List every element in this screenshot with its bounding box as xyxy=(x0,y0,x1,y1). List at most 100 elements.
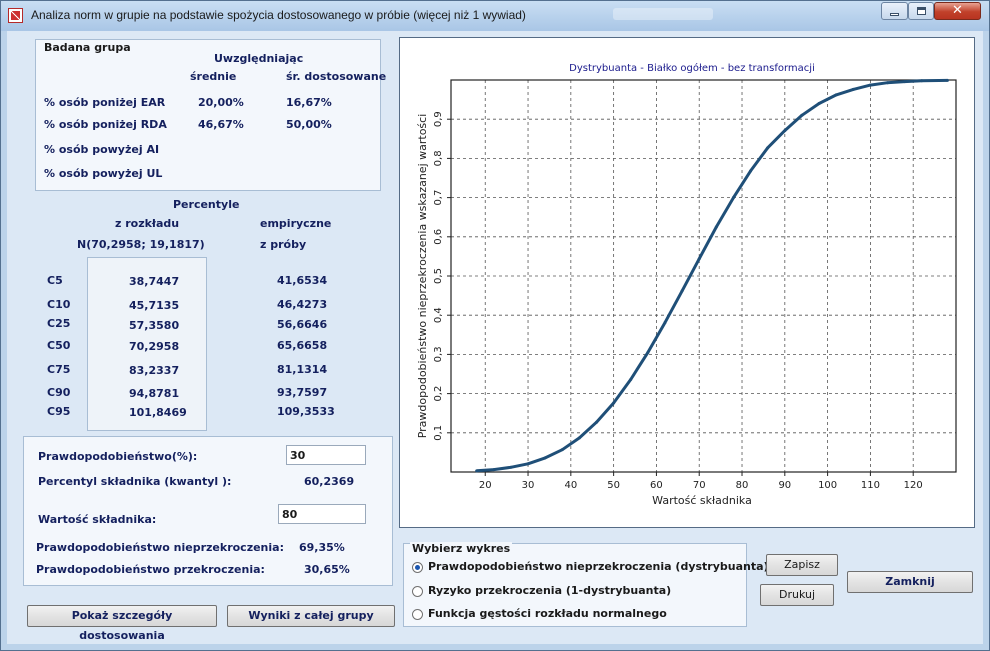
data-point xyxy=(509,465,513,469)
y-tick-label: 0,3 xyxy=(433,346,444,362)
pct-row-label: C25 xyxy=(47,317,71,330)
close-window-button[interactable]: ✕ xyxy=(934,2,981,20)
pct-row-dist: 70,2958 xyxy=(129,340,180,353)
probability-input[interactable] xyxy=(286,445,366,465)
pct-row-dist: 45,7135 xyxy=(129,299,180,312)
option-exceedance-label[interactable]: Ryzyko przekroczenia (1-dystrybuanta) xyxy=(428,584,671,597)
group-panel: Badana grupa Uwzględniając średnie śr. d… xyxy=(35,39,386,191)
y-tick-label: 0,6 xyxy=(433,229,444,245)
pct-row-label: C10 xyxy=(47,298,71,311)
data-point xyxy=(800,113,804,117)
y-tick-label: 0,4 xyxy=(433,307,444,323)
x-tick-label: 60 xyxy=(650,480,663,491)
close-icon: ✕ xyxy=(952,3,963,18)
chart-select-title: Wybierz wykres xyxy=(410,542,513,555)
pct-row-dist: 57,3580 xyxy=(129,319,180,332)
radio-density[interactable] xyxy=(412,609,423,620)
pct-row-emp: 81,1314 xyxy=(277,363,328,376)
title-bar[interactable]: Analiza norm w grupie na podstawie spoży… xyxy=(1,1,989,31)
pct-row-emp: 65,6658 xyxy=(277,339,328,352)
data-point xyxy=(577,436,581,440)
data-point xyxy=(612,401,616,405)
minimize-icon xyxy=(890,13,899,16)
pct-row-dist: 101,8469 xyxy=(129,406,187,419)
data-point xyxy=(492,468,496,472)
y-tick-label: 0,9 xyxy=(433,111,444,127)
app-icon xyxy=(8,8,23,23)
value-input[interactable] xyxy=(278,504,366,524)
data-point xyxy=(475,469,479,473)
x-tick-label: 70 xyxy=(693,480,706,491)
x-tick-label: 30 xyxy=(522,480,535,491)
data-point xyxy=(886,81,890,85)
pct-row-label: C5 xyxy=(47,274,63,287)
close-button[interactable]: Zamknij xyxy=(847,571,973,593)
value-label: Wartość składnika: xyxy=(38,513,157,526)
x-tick-label: 80 xyxy=(736,480,749,491)
row-ear-adjusted: 16,67% xyxy=(286,96,332,109)
minimize-button[interactable] xyxy=(881,2,908,20)
x-tick-label: 20 xyxy=(479,480,492,491)
y-tick-label: 0,2 xyxy=(433,386,444,402)
x-tick-label: 120 xyxy=(904,480,923,491)
client-area: Badana grupa Uwzględniając średnie śr. d… xyxy=(7,31,983,644)
data-point xyxy=(749,169,753,173)
x-tick-label: 110 xyxy=(861,480,880,491)
col-adjusted-header: śr. dostosowane xyxy=(286,70,387,83)
main-window: Analiza norm w grupie na podstawie spoży… xyxy=(0,0,990,651)
pct-row-label: C90 xyxy=(47,386,71,399)
chart-ylabel: Prawdopodobieństwo nieprzekroczenia wska… xyxy=(416,114,429,439)
maximize-button[interactable] xyxy=(908,2,934,20)
show-details-button[interactable]: Pokaż szczegóły dostosowania xyxy=(27,605,217,642)
radio-cdf[interactable] xyxy=(412,562,423,573)
data-point xyxy=(920,79,924,83)
data-point xyxy=(646,350,650,354)
data-point xyxy=(766,146,770,150)
nonexceed-value: 69,35% xyxy=(299,541,345,554)
x-tick-label: 40 xyxy=(564,480,577,491)
option-density-label[interactable]: Funkcja gęstości rozkładu normalnego xyxy=(428,607,667,620)
x-tick-label: 90 xyxy=(778,480,791,491)
save-button[interactable]: Zapisz xyxy=(766,554,838,576)
col-dist-header: z rozkładu xyxy=(115,217,180,230)
row-ear-mean: 20,00% xyxy=(198,96,244,109)
data-point xyxy=(543,456,547,460)
exceed-value: 30,65% xyxy=(304,563,350,576)
data-point xyxy=(834,93,838,97)
row-rda-mean: 46,67% xyxy=(198,118,244,131)
data-point xyxy=(680,289,684,293)
data-point xyxy=(868,83,872,87)
data-point xyxy=(663,321,667,325)
row-ear-label: % osób poniżej EAR xyxy=(44,96,166,109)
data-point xyxy=(903,80,907,84)
option-cdf-label[interactable]: Prawdopodobieństwo nieprzekroczenia (dys… xyxy=(428,560,769,573)
col-emp-sub: z próby xyxy=(260,238,307,251)
row-ai-label: % osób powyżej AI xyxy=(44,143,160,156)
chart-xlabel: Wartość składnika xyxy=(652,494,752,507)
calculator-panel: Prawdopodobieństwo(%): Percentyl składni… xyxy=(23,436,393,586)
pct-row-dist: 83,2337 xyxy=(129,364,180,377)
nonexceed-label: Prawdopodobieństwo nieprzekroczenia: xyxy=(36,541,284,554)
data-point xyxy=(817,102,821,106)
col-mean-header: średnie xyxy=(190,70,237,83)
pct-row-label: C95 xyxy=(47,405,71,418)
pct-row-label: C75 xyxy=(47,363,71,376)
chart-area: Dystrybuanta - Białko ogółem - bez trans… xyxy=(399,37,975,528)
probability-label: Prawdopodobieństwo(%): xyxy=(38,450,198,463)
chart-title: Dystrybuanta - Białko ogółem - bez trans… xyxy=(569,62,815,74)
data-point xyxy=(595,420,599,424)
col-dist-params: N(70,2958; 19,1817) xyxy=(77,238,205,251)
row-rda-adjusted: 50,00% xyxy=(286,118,332,131)
row-ul-label: % osób powyżej UL xyxy=(44,167,163,180)
data-point xyxy=(714,225,718,229)
pct-row-dist: 94,8781 xyxy=(129,387,180,400)
whole-group-results-button[interactable]: Wyniki z całej grupy xyxy=(227,605,395,627)
data-point xyxy=(851,87,855,91)
radio-exceedance[interactable] xyxy=(412,586,423,597)
data-point xyxy=(697,257,701,261)
data-point xyxy=(945,78,949,82)
quantile-label: Percentyl składnika (kwantyl ): xyxy=(38,475,232,488)
col-emp-header: empiryczne xyxy=(260,217,332,230)
print-button[interactable]: Drukuj xyxy=(760,584,834,606)
cdf-chart: Dystrybuanta - Białko ogółem - bez trans… xyxy=(416,62,957,507)
